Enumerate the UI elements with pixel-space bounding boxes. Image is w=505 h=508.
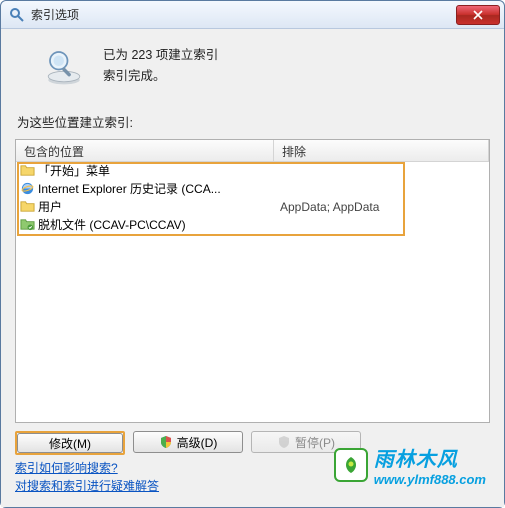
index-count-line: 已为 223 项建立索引 [103, 45, 218, 66]
close-icon [473, 10, 483, 20]
list-item[interactable]: 「开始」菜单 [16, 162, 489, 180]
item-exclude: AppData; AppData [274, 200, 489, 214]
window-title: 索引选项 [31, 6, 456, 23]
folder-icon [20, 199, 35, 214]
list-item[interactable]: 脱机文件 (CCAV-PC\CCAV) [16, 216, 489, 234]
offline-files-icon [20, 217, 35, 232]
watermark-name: 雨林木风 [374, 443, 486, 472]
list-rows: 「开始」菜单 Internet Explorer 历史记录 (CCA... 用户 [16, 162, 489, 423]
item-label: 用户 [38, 198, 62, 215]
button-label: 修改(M) [49, 435, 91, 452]
list-item[interactable]: Internet Explorer 历史记录 (CCA... [16, 180, 489, 198]
watermark-url: www.ylmf888.com [374, 472, 486, 487]
modify-highlight: 修改(M) [15, 431, 125, 455]
locations-list: 包含的位置 排除 「开始」菜单 Internet Explorer 历史记录 (… [15, 139, 490, 424]
folder-icon [20, 163, 35, 178]
watermark: 雨林木风 www.ylmf888.com [334, 443, 486, 487]
item-label: 「开始」菜单 [38, 162, 110, 179]
close-button[interactable] [456, 5, 500, 25]
titlebar: 索引选项 [1, 1, 504, 29]
dialog-window: 索引选项 已为 223 项建立索引 索引完成。 为这些位置建立索引: [0, 0, 505, 508]
index-complete-line: 索引完成。 [103, 66, 218, 87]
modify-button[interactable]: 修改(M) [17, 433, 123, 453]
list-item[interactable]: 用户 AppData; AppData [16, 198, 489, 216]
status-row: 已为 223 项建立索引 索引完成。 [43, 45, 490, 88]
locations-label: 为这些位置建立索引: [17, 112, 490, 131]
advanced-button[interactable]: 高级(D) [133, 431, 243, 453]
item-label: 脱机文件 (CCAV-PC\CCAV) [38, 216, 186, 233]
button-label: 暂停(P) [295, 434, 335, 451]
button-label: 高级(D) [177, 434, 218, 451]
magnifier-icon [43, 45, 85, 87]
column-headers: 包含的位置 排除 [16, 140, 489, 162]
item-label: Internet Explorer 历史记录 (CCA... [38, 180, 221, 197]
dialog-body: 已为 223 项建立索引 索引完成。 为这些位置建立索引: 包含的位置 排除 「… [1, 29, 504, 507]
app-icon [9, 7, 25, 23]
status-text: 已为 223 项建立索引 索引完成。 [103, 45, 218, 88]
shield-icon [277, 435, 291, 449]
header-included[interactable]: 包含的位置 [16, 140, 274, 161]
shield-icon [159, 435, 173, 449]
watermark-badge-icon [334, 448, 368, 482]
header-excluded[interactable]: 排除 [274, 140, 489, 161]
ie-icon [20, 181, 35, 196]
